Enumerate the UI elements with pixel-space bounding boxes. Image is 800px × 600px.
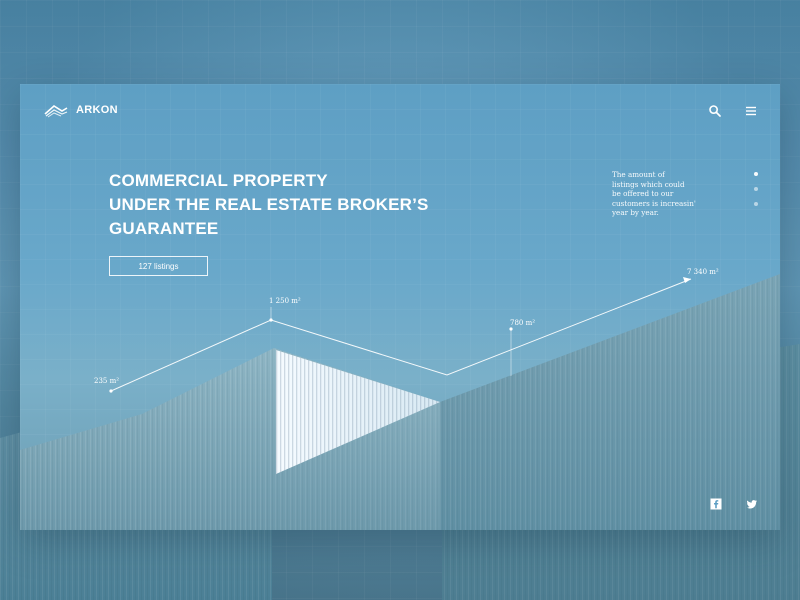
headline-line-3: GUARANTEE [109,219,219,238]
metric-point-1250 [269,318,273,322]
facebook-icon[interactable] [710,498,722,510]
listings-button[interactable]: 127 listings [109,256,208,276]
hero-card: 235 m² 1 250 m² 780 m² 7 340 m² ARKON CO… [20,84,780,530]
headline-line-2: UNDER THE REAL ESTATE BROKER’S [109,195,429,214]
brand-logo[interactable]: ARKON [44,102,118,118]
top-navigation-icons [708,104,758,118]
side-note: The amount of listings which could be of… [612,170,696,218]
pager-dot-1[interactable] [754,172,758,176]
side-note-line-1: The amount of [612,170,665,179]
brand-name: ARKON [76,104,118,116]
metric-point-235 [109,389,113,393]
pager-dot-3[interactable] [754,202,758,206]
slide-pager [753,172,759,208]
metric-point-780 [509,327,513,331]
metric-label-235: 235 m² [94,377,119,385]
side-note-line-3: be offered to our [612,189,674,199]
pager-dot-2[interactable] [754,187,758,191]
metric-label-7340: 7 340 m² [687,268,719,276]
metric-label-780: 780 m² [510,319,535,327]
hero-scene: 235 m² 1 250 m² 780 m² 7 340 m² [20,268,780,530]
menu-icon[interactable] [744,104,758,118]
twitter-icon[interactable] [746,498,758,510]
logo-mark-icon [44,102,68,118]
side-note-line-4: customers is increasin' [612,198,696,208]
social-links [710,498,758,510]
side-note-line-5: year by year. [612,208,659,218]
metric-label-1250: 1 250 m² [269,297,301,305]
search-icon[interactable] [708,104,722,118]
side-note-line-2: listings which could [612,179,685,189]
headline-line-1: COMMERCIAL PROPERTY [109,171,328,190]
hero-headline: COMMERCIAL PROPERTY UNDER THE REAL ESTAT… [109,169,469,241]
